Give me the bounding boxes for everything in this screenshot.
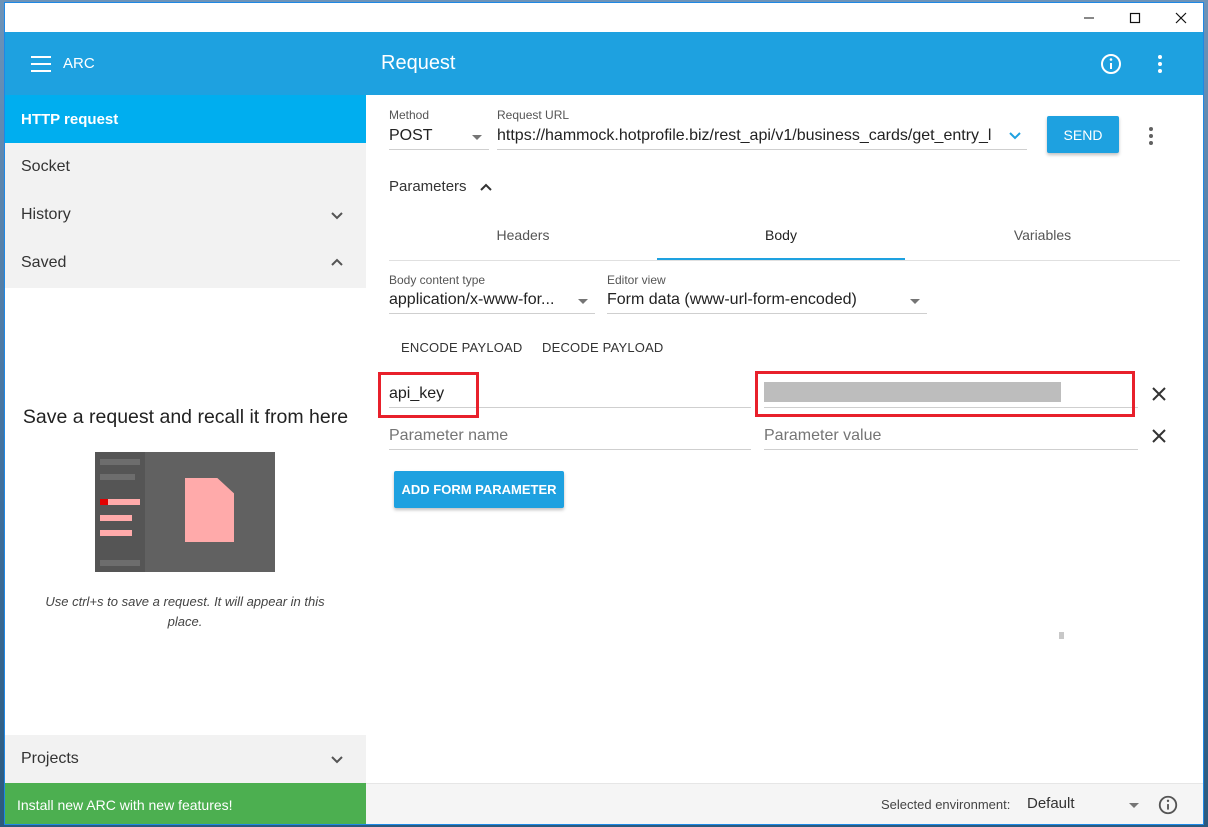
content-type-underline [389,313,595,314]
sidebar-item-saved[interactable]: Saved [5,239,366,287]
body-content-type-select[interactable]: application/x-www-for... [389,291,569,309]
saved-illustration [95,452,275,572]
more-vert-icon[interactable] [1148,52,1172,76]
sidebar-item-history[interactable]: History [5,191,366,239]
parameters-tabs: Headers Body Variables [389,210,1180,261]
highlight-box [755,371,1135,417]
request-more-vert-icon[interactable] [1149,127,1153,148]
parameters-label: Parameters [389,178,467,195]
param-value-underline [764,449,1138,450]
close-icon [1175,12,1187,23]
decode-payload-button[interactable]: DECODE PAYLOAD [542,340,664,355]
environment-info-icon[interactable] [1157,794,1179,816]
resize-handle [1059,632,1064,639]
editor-view-select[interactable]: Form data (www-url-form-encoded) [607,291,902,309]
chevron-up-icon [479,183,492,191]
param-name-placeholder[interactable]: Parameter name [389,427,729,445]
sidebar-item-label: HTTP request [21,110,119,128]
sidebar-item-label: Projects [21,750,79,767]
maximize-button[interactable] [1112,3,1158,32]
sidebar-item-label: History [21,206,71,223]
body-content-type-label: Body content type [389,273,486,287]
method-select[interactable]: POST [389,127,469,145]
saved-empty-state: Save a request and recall it from here U… [5,288,366,735]
tab-active-indicator [657,258,905,260]
install-new-arc-banner[interactable]: Install new ARC with new features! [5,783,366,824]
close-window-button[interactable] [1158,3,1203,32]
sidebar-item-socket[interactable]: Socket [5,143,366,191]
info-icon[interactable] [1099,52,1123,76]
sidebar-item-label: Saved [21,254,67,271]
parameters-toggle[interactable]: Parameters [389,178,493,195]
chevron-down-icon[interactable] [1008,130,1022,142]
dropdown-arrow-icon[interactable] [910,299,920,304]
install-banner-label: Install new ARC with new features! [17,796,233,813]
chevron-down-icon[interactable] [330,208,344,222]
chevron-down-icon[interactable] [330,752,344,766]
maximize-icon [1129,12,1141,23]
hamburger-menu-icon[interactable] [31,55,51,72]
page-title: Request [381,52,456,74]
editor-view-underline [607,313,927,314]
tab-body[interactable]: Body [657,210,905,260]
sidebar: ARC HTTP request Socket History Saved Sa… [5,32,366,824]
minimize-icon [1084,17,1094,18]
chevron-up-icon[interactable] [330,256,344,270]
document-icon [185,478,234,542]
dropdown-arrow-icon[interactable] [1129,803,1139,808]
tab-variables[interactable]: Variables [905,210,1180,260]
send-button[interactable]: SEND [1047,116,1119,153]
sidebar-item-projects[interactable]: Projects [5,735,366,783]
app-window: ARC HTTP request Socket History Saved Sa… [4,2,1204,825]
method-underline [389,149,489,150]
minimize-button[interactable] [1066,3,1112,32]
title-bar [5,3,1203,32]
url-input[interactable]: https://hammock.hotprofile.biz/rest_api/… [497,127,1004,145]
highlight-box [378,372,479,418]
editor-view-label: Editor view [607,273,666,287]
app-title: ARC [63,55,95,72]
sidebar-header: ARC [5,32,366,95]
method-label: Method [389,108,430,122]
environment-select[interactable]: Default [1027,795,1075,812]
sidebar-item-http-request[interactable]: HTTP request [5,95,366,143]
tab-headers[interactable]: Headers [389,210,657,260]
main-panel: Request Method POST Request URL https://… [366,32,1203,824]
main-header: Request [366,32,1203,95]
clear-icon[interactable] [1151,428,1167,444]
saved-empty-title: Save a request and recall it from here [22,406,349,428]
url-underline [497,149,1027,150]
saved-empty-hint: Use ctrl+s to save a request. It will ap… [45,594,325,629]
dropdown-arrow-icon[interactable] [472,135,482,140]
status-footer: Selected environment: Default [366,783,1203,824]
url-label: Request URL [497,108,570,122]
dropdown-arrow-icon[interactable] [578,299,588,304]
param-value-placeholder[interactable]: Parameter value [764,427,1104,445]
sidebar-item-label: Socket [21,158,70,175]
param-name-underline [389,449,751,450]
clear-icon[interactable] [1151,386,1167,402]
add-form-parameter-button[interactable]: ADD FORM PARAMETER [394,471,564,508]
environment-label: Selected environment: [881,797,1011,812]
encode-payload-button[interactable]: ENCODE PAYLOAD [401,340,523,355]
